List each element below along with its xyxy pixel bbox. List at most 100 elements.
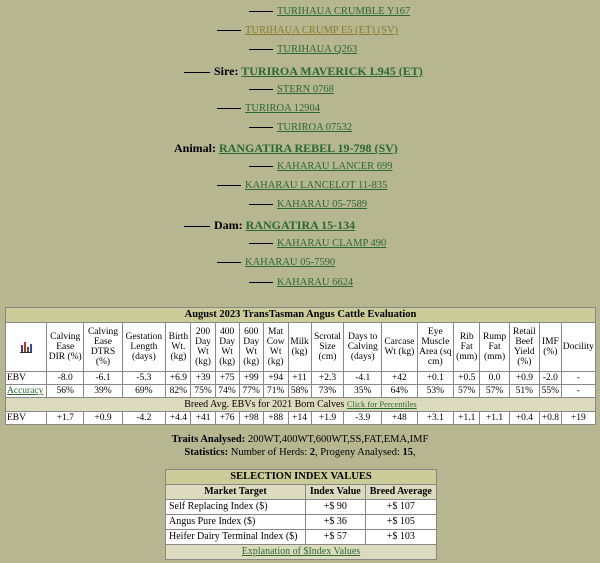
accuracy-link[interactable]: Accuracy: [7, 386, 43, 396]
breed-row-label: EBV: [5, 411, 47, 425]
column-header: Calving Ease DIR (%): [45, 322, 85, 372]
link-ggd1[interactable]: TURIHAUA Q263: [277, 44, 357, 55]
index-row: Heifer Dairy Terminal Index ($) +$ 57 +$…: [165, 529, 438, 545]
index-value: +$ 90: [304, 499, 366, 515]
link-gd2[interactable]: KAHARAU 05-7590: [245, 257, 335, 268]
breed-avg-value: +19: [560, 411, 597, 425]
index-value: +$ 36: [304, 514, 366, 530]
ebv-value: -2.0: [539, 371, 562, 385]
pedigree-sire: Sire: TURIROA MAVERICK L945 (ET): [184, 64, 423, 79]
link-ggs2[interactable]: STERN 0768: [277, 84, 334, 95]
ebv-value: +42: [381, 371, 418, 385]
index-value: +$ 57: [304, 529, 366, 545]
accuracy-value: 51%: [508, 384, 541, 398]
column-header: Rib Fat (mm): [452, 322, 481, 372]
breed-avg-value: +4.4: [165, 411, 192, 425]
accuracy-value: 82%: [165, 384, 192, 398]
column-header: IMF (%): [539, 322, 562, 372]
column-header: Days to Calving (days): [343, 322, 383, 372]
breed-avg-value: +1.1: [479, 411, 510, 425]
ebv-value: +0.1: [416, 371, 454, 385]
breed-avg-value: +3.1: [416, 411, 454, 425]
accuracy-value: 69%: [121, 384, 167, 398]
accuracy-value: 53%: [416, 384, 454, 398]
pedigree-ggd3: KAHARAU 05-7589: [249, 199, 367, 210]
link-gs2[interactable]: KAHARAU LANCELOT 11-835: [245, 180, 387, 191]
column-header: Scrotal Size (cm): [310, 322, 345, 372]
link-gd1[interactable]: TURIROA 12904: [245, 103, 320, 114]
pedigree-ggd4: KAHARAU 6624: [249, 277, 353, 288]
accuracy-value: 39%: [83, 384, 123, 398]
pedigree: TURIHAUA CRUMBLE Y167 TURIHAUA CRUMP E5 …: [0, 0, 600, 300]
ebv-value: +6.9: [165, 371, 192, 385]
accuracy-value: 73%: [310, 384, 345, 398]
breed-avg-value: +41: [190, 411, 216, 425]
dam-label: Dam:: [214, 218, 243, 232]
index-breed-avg: +$ 107: [364, 499, 438, 515]
link-ggs3[interactable]: KAHARAU LANCER 699: [277, 161, 393, 172]
link-ggs1[interactable]: TURIHAUA CRUMBLE Y167: [277, 6, 410, 17]
accuracy-value: -: [560, 384, 597, 398]
breed-avg-value: +14: [287, 411, 312, 425]
explanation-link[interactable]: Explanation of $Index Values: [242, 546, 360, 557]
column-header: Retail Beef Yield (%): [508, 322, 541, 372]
sire-label: Sire:: [214, 64, 239, 78]
col-breed-average: Breed Average: [364, 484, 438, 500]
col-market-target: Market Target: [165, 484, 306, 500]
pedigree-gd1: TURIROA 12904: [217, 103, 320, 114]
accuracy-value: 58%: [287, 384, 312, 398]
link-ggs4[interactable]: KAHARAU CLAMP 490: [277, 238, 386, 249]
pedigree-animal: Animal: RANGATIRA REBEL 19-798 (SV): [174, 141, 398, 156]
accuracy-row-label: Accuracy: [5, 384, 47, 398]
link-sire[interactable]: TURIROA MAVERICK L945 (ET): [241, 64, 422, 78]
index-table: SELECTION INDEX VALUES Market Target Ind…: [165, 469, 438, 560]
index-footer: Explanation of $Index Values: [165, 544, 437, 560]
column-header: 600 Day Wt (kg): [238, 322, 264, 372]
bar-chart-icon[interactable]: [19, 339, 33, 353]
progeny-value: 15: [402, 447, 414, 458]
column-header: Mat Cow Wt (kg): [262, 322, 289, 372]
link-ggd4[interactable]: KAHARAU 6624: [277, 277, 353, 288]
accuracy-value: 56%: [45, 384, 85, 398]
accuracy-row: Accuracy 56% 39% 69% 82% 75% 74% 77% 71% 58% 73% 3…: [5, 384, 597, 398]
index-name: Angus Pure Index ($): [165, 514, 306, 530]
animal-label: Animal:: [174, 141, 216, 155]
traits-label: Traits Analysed:: [171, 434, 246, 445]
ebv-row-label: EBV: [5, 371, 47, 385]
link-animal[interactable]: RANGATIRA REBEL 19-798 (SV): [219, 141, 398, 155]
breed-avg-value: -3.9: [343, 411, 383, 425]
pedigree-ggs2: STERN 0768: [249, 84, 334, 95]
accuracy-value: 71%: [262, 384, 289, 398]
column-header: Rump Fat (mm): [479, 322, 510, 372]
herds-value: 2: [309, 447, 316, 458]
ebv-table-title: August 2023 TransTasman Angus Cattle Eva…: [5, 307, 596, 323]
column-header: Carcase Wt (kg): [381, 322, 418, 372]
link-dam[interactable]: RANGATIRA 15-134: [246, 218, 355, 232]
ebv-value: -8.0: [45, 371, 85, 385]
column-header: Docility: [560, 322, 597, 372]
link-ggd3[interactable]: KAHARAU 05-7589: [277, 199, 367, 210]
link-ggd2[interactable]: TURIROA 07532: [277, 122, 352, 133]
link-gs1[interactable]: TURIHAUA CRUMP E5 (ET) (SV): [245, 25, 398, 36]
traits-value: 200WT,400WT,600WT,SS,FAT,EMA,IMF: [247, 434, 429, 445]
ebv-value: -6.1: [83, 371, 123, 385]
chart-cell[interactable]: [5, 322, 47, 372]
pedigree-dam: Dam: RANGATIRA 15-134: [184, 218, 355, 233]
percentiles-link[interactable]: Click for Percentiles: [347, 399, 417, 409]
traits-summary: Traits Analysed: 200WT,400WT,600WT,SS,FA…: [0, 433, 600, 459]
ebv-value: -4.1: [343, 371, 383, 385]
breed-avg-value: +98: [238, 411, 264, 425]
ebv-value: +75: [214, 371, 240, 385]
breed-avg-value: +0.4: [508, 411, 541, 425]
column-header: Milk (kg): [287, 322, 312, 372]
breed-avg-value: -4.2: [121, 411, 167, 425]
ebv-header-row: Calving Ease DIR (%) Calving Ease DTRS (%…: [5, 322, 597, 372]
accuracy-value: 57%: [452, 384, 481, 398]
ebv-value: +99: [238, 371, 264, 385]
breed-avg-row: EBV +1.7 +0.9 -4.2 +4.4 +41 +76 +98 +88 +14 +1.9-…: [5, 411, 597, 425]
accuracy-value: 57%: [479, 384, 510, 398]
column-header: 400 Day Wt (kg): [214, 322, 240, 372]
accuracy-value: 77%: [238, 384, 264, 398]
accuracy-value: 74%: [214, 384, 240, 398]
breed-avg-value: +0.8: [539, 411, 562, 425]
